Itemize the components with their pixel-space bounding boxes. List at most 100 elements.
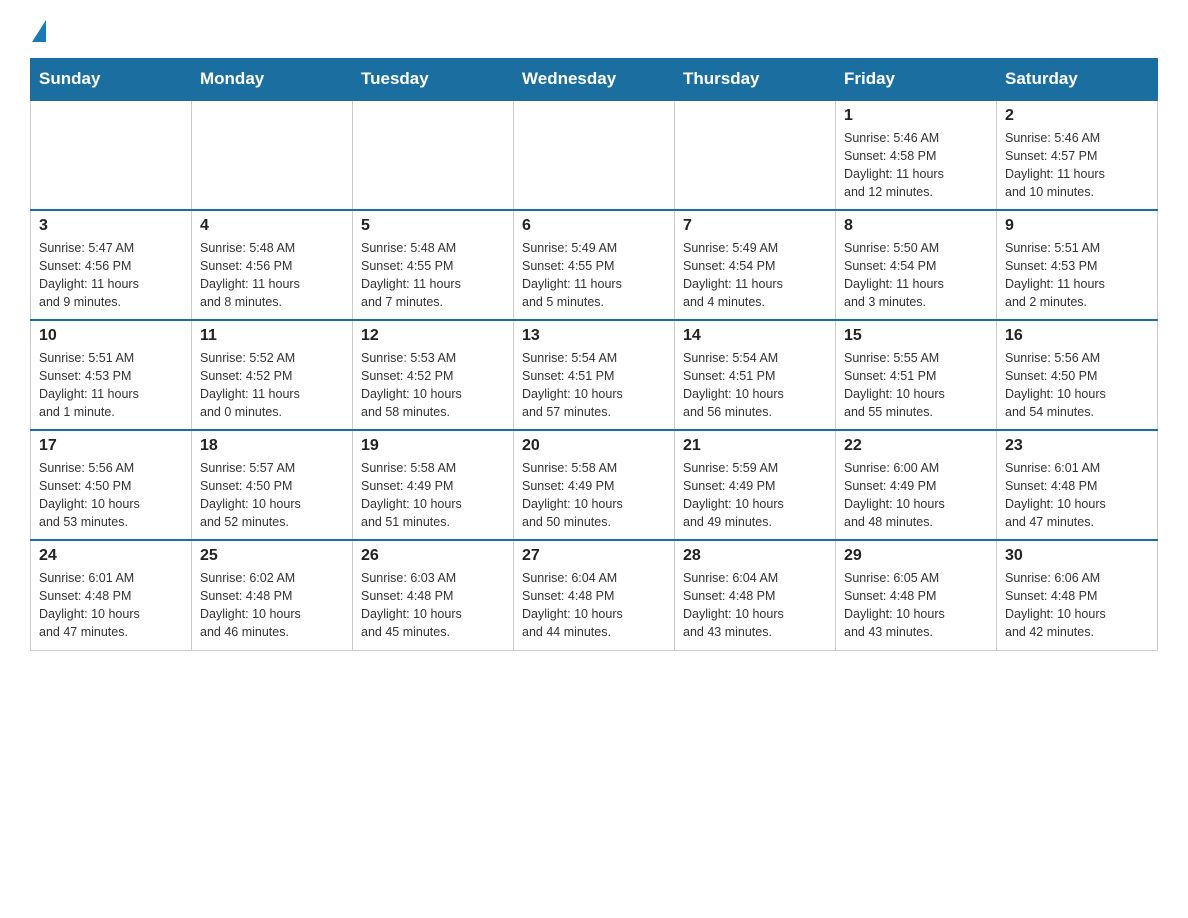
- weekday-header-row: SundayMondayTuesdayWednesdayThursdayFrid…: [31, 59, 1158, 101]
- day-number: 15: [844, 327, 988, 345]
- weekday-header-saturday: Saturday: [997, 59, 1158, 101]
- calendar-cell: [192, 100, 353, 210]
- calendar-cell: 8 Sunrise: 5:50 AMSunset: 4:54 PMDaylight…: [836, 210, 997, 320]
- calendar-cell: 6 Sunrise: 5:49 AMSunset: 4:55 PMDaylight…: [514, 210, 675, 320]
- day-info: Sunrise: 5:56 AMSunset: 4:50 PMDaylight:…: [1005, 349, 1149, 422]
- calendar-cell: [514, 100, 675, 210]
- calendar-cell: 11Sunrise: 5:52 AMSunset: 4:52 PMDayligh…: [192, 320, 353, 430]
- day-info: Sunrise: 6:01 AMSunset: 4:48 PMDaylight:…: [39, 569, 183, 642]
- day-number: 29: [844, 547, 988, 565]
- day-info: Sunrise: 6:01 AMSunset: 4:48 PMDaylight:…: [1005, 459, 1149, 532]
- day-number: 27: [522, 547, 666, 565]
- day-number: 7: [683, 217, 827, 235]
- calendar-cell: 16 Sunrise: 5:56 AMSunset: 4:50 PMDayligh…: [997, 320, 1158, 430]
- calendar-week-row: 17Sunrise: 5:56 AMSunset: 4:50 PMDayligh…: [31, 430, 1158, 540]
- calendar-cell: 22 Sunrise: 6:00 AMSunset: 4:49 PMDayligh…: [836, 430, 997, 540]
- day-number: 1: [844, 107, 988, 125]
- day-number: 17: [39, 437, 183, 455]
- calendar-cell: 20 Sunrise: 5:58 AMSunset: 4:49 PMDayligh…: [514, 430, 675, 540]
- calendar-cell: 28 Sunrise: 6:04 AMSunset: 4:48 PMDayligh…: [675, 540, 836, 650]
- day-info: Sunrise: 6:02 AMSunset: 4:48 PMDaylight:…: [200, 569, 344, 642]
- day-info: Sunrise: 5:58 AMSunset: 4:49 PMDaylight:…: [522, 459, 666, 532]
- day-number: 16: [1005, 327, 1149, 345]
- calendar-cell: 24 Sunrise: 6:01 AMSunset: 4:48 PMDayligh…: [31, 540, 192, 650]
- calendar-cell: 23 Sunrise: 6:01 AMSunset: 4:48 PMDayligh…: [997, 430, 1158, 540]
- day-info: Sunrise: 6:00 AMSunset: 4:49 PMDaylight:…: [844, 459, 988, 532]
- calendar-week-row: 3 Sunrise: 5:47 AMSunset: 4:56 PMDaylight…: [31, 210, 1158, 320]
- day-number: 25: [200, 547, 344, 565]
- logo-triangle-icon: [32, 20, 46, 42]
- calendar-cell: [675, 100, 836, 210]
- calendar-cell: [353, 100, 514, 210]
- weekday-header-thursday: Thursday: [675, 59, 836, 101]
- day-info: Sunrise: 5:49 AMSunset: 4:54 PMDaylight:…: [683, 239, 827, 312]
- calendar-cell: 26 Sunrise: 6:03 AMSunset: 4:48 PMDayligh…: [353, 540, 514, 650]
- day-info: Sunrise: 6:04 AMSunset: 4:48 PMDaylight:…: [522, 569, 666, 642]
- day-info: Sunrise: 5:55 AMSunset: 4:51 PMDaylight:…: [844, 349, 988, 422]
- day-info: Sunrise: 5:47 AMSunset: 4:56 PMDaylight:…: [39, 239, 183, 312]
- day-info: Sunrise: 5:53 AMSunset: 4:52 PMDaylight:…: [361, 349, 505, 422]
- day-info: Sunrise: 5:49 AMSunset: 4:55 PMDaylight:…: [522, 239, 666, 312]
- day-info: Sunrise: 6:04 AMSunset: 4:48 PMDaylight:…: [683, 569, 827, 642]
- day-info: Sunrise: 5:54 AMSunset: 4:51 PMDaylight:…: [522, 349, 666, 422]
- day-number: 2: [1005, 107, 1149, 125]
- calendar-cell: 19 Sunrise: 5:58 AMSunset: 4:49 PMDayligh…: [353, 430, 514, 540]
- calendar-table: SundayMondayTuesdayWednesdayThursdayFrid…: [30, 58, 1158, 651]
- day-number: 26: [361, 547, 505, 565]
- day-info: Sunrise: 5:52 AMSunset: 4:52 PMDaylight:…: [200, 349, 344, 422]
- calendar-cell: 10 Sunrise: 5:51 AMSunset: 4:53 PMDayligh…: [31, 320, 192, 430]
- day-info: Sunrise: 5:54 AMSunset: 4:51 PMDaylight:…: [683, 349, 827, 422]
- day-number: 28: [683, 547, 827, 565]
- weekday-header-friday: Friday: [836, 59, 997, 101]
- day-number: 30: [1005, 547, 1149, 565]
- calendar-cell: 17Sunrise: 5:56 AMSunset: 4:50 PMDayligh…: [31, 430, 192, 540]
- day-info: Sunrise: 5:51 AMSunset: 4:53 PMDaylight:…: [1005, 239, 1149, 312]
- weekday-header-tuesday: Tuesday: [353, 59, 514, 101]
- day-number: 14: [683, 327, 827, 345]
- day-info: Sunrise: 5:48 AMSunset: 4:56 PMDaylight:…: [200, 239, 344, 312]
- calendar-cell: 7 Sunrise: 5:49 AMSunset: 4:54 PMDaylight…: [675, 210, 836, 320]
- weekday-header-monday: Monday: [192, 59, 353, 101]
- day-number: 6: [522, 217, 666, 235]
- day-number: 24: [39, 547, 183, 565]
- calendar-cell: 12 Sunrise: 5:53 AMSunset: 4:52 PMDayligh…: [353, 320, 514, 430]
- day-number: 10: [39, 327, 183, 345]
- day-number: 9: [1005, 217, 1149, 235]
- calendar-cell: 25 Sunrise: 6:02 AMSunset: 4:48 PMDayligh…: [192, 540, 353, 650]
- day-number: 23: [1005, 437, 1149, 455]
- day-info: Sunrise: 5:46 AMSunset: 4:58 PMDaylight:…: [844, 129, 988, 202]
- day-info: Sunrise: 5:48 AMSunset: 4:55 PMDaylight:…: [361, 239, 505, 312]
- weekday-header-sunday: Sunday: [31, 59, 192, 101]
- calendar-cell: 1 Sunrise: 5:46 AMSunset: 4:58 PMDaylight…: [836, 100, 997, 210]
- day-number: 12: [361, 327, 505, 345]
- day-number: 19: [361, 437, 505, 455]
- day-number: 5: [361, 217, 505, 235]
- calendar-cell: 27 Sunrise: 6:04 AMSunset: 4:48 PMDayligh…: [514, 540, 675, 650]
- day-info: Sunrise: 6:06 AMSunset: 4:48 PMDaylight:…: [1005, 569, 1149, 642]
- calendar-cell: 4Sunrise: 5:48 AMSunset: 4:56 PMDaylight…: [192, 210, 353, 320]
- day-info: Sunrise: 6:05 AMSunset: 4:48 PMDaylight:…: [844, 569, 988, 642]
- weekday-header-wednesday: Wednesday: [514, 59, 675, 101]
- calendar-cell: 18Sunrise: 5:57 AMSunset: 4:50 PMDayligh…: [192, 430, 353, 540]
- day-number: 20: [522, 437, 666, 455]
- day-info: Sunrise: 6:03 AMSunset: 4:48 PMDaylight:…: [361, 569, 505, 642]
- day-info: Sunrise: 5:50 AMSunset: 4:54 PMDaylight:…: [844, 239, 988, 312]
- day-number: 13: [522, 327, 666, 345]
- calendar-cell: 9 Sunrise: 5:51 AMSunset: 4:53 PMDaylight…: [997, 210, 1158, 320]
- calendar-week-row: 10 Sunrise: 5:51 AMSunset: 4:53 PMDayligh…: [31, 320, 1158, 430]
- day-number: 22: [844, 437, 988, 455]
- day-number: 3: [39, 217, 183, 235]
- day-number: 21: [683, 437, 827, 455]
- day-info: Sunrise: 5:46 AMSunset: 4:57 PMDaylight:…: [1005, 129, 1149, 202]
- calendar-cell: 30 Sunrise: 6:06 AMSunset: 4:48 PMDayligh…: [997, 540, 1158, 650]
- calendar-cell: 14 Sunrise: 5:54 AMSunset: 4:51 PMDayligh…: [675, 320, 836, 430]
- day-number: 18: [200, 437, 344, 455]
- calendar-cell: 21Sunrise: 5:59 AMSunset: 4:49 PMDayligh…: [675, 430, 836, 540]
- logo: [30, 20, 46, 38]
- calendar-cell: 5 Sunrise: 5:48 AMSunset: 4:55 PMDaylight…: [353, 210, 514, 320]
- day-info: Sunrise: 5:51 AMSunset: 4:53 PMDaylight:…: [39, 349, 183, 422]
- day-info: Sunrise: 5:58 AMSunset: 4:49 PMDaylight:…: [361, 459, 505, 532]
- calendar-week-row: 1 Sunrise: 5:46 AMSunset: 4:58 PMDaylight…: [31, 100, 1158, 210]
- day-number: 8: [844, 217, 988, 235]
- page-header: [30, 20, 1158, 38]
